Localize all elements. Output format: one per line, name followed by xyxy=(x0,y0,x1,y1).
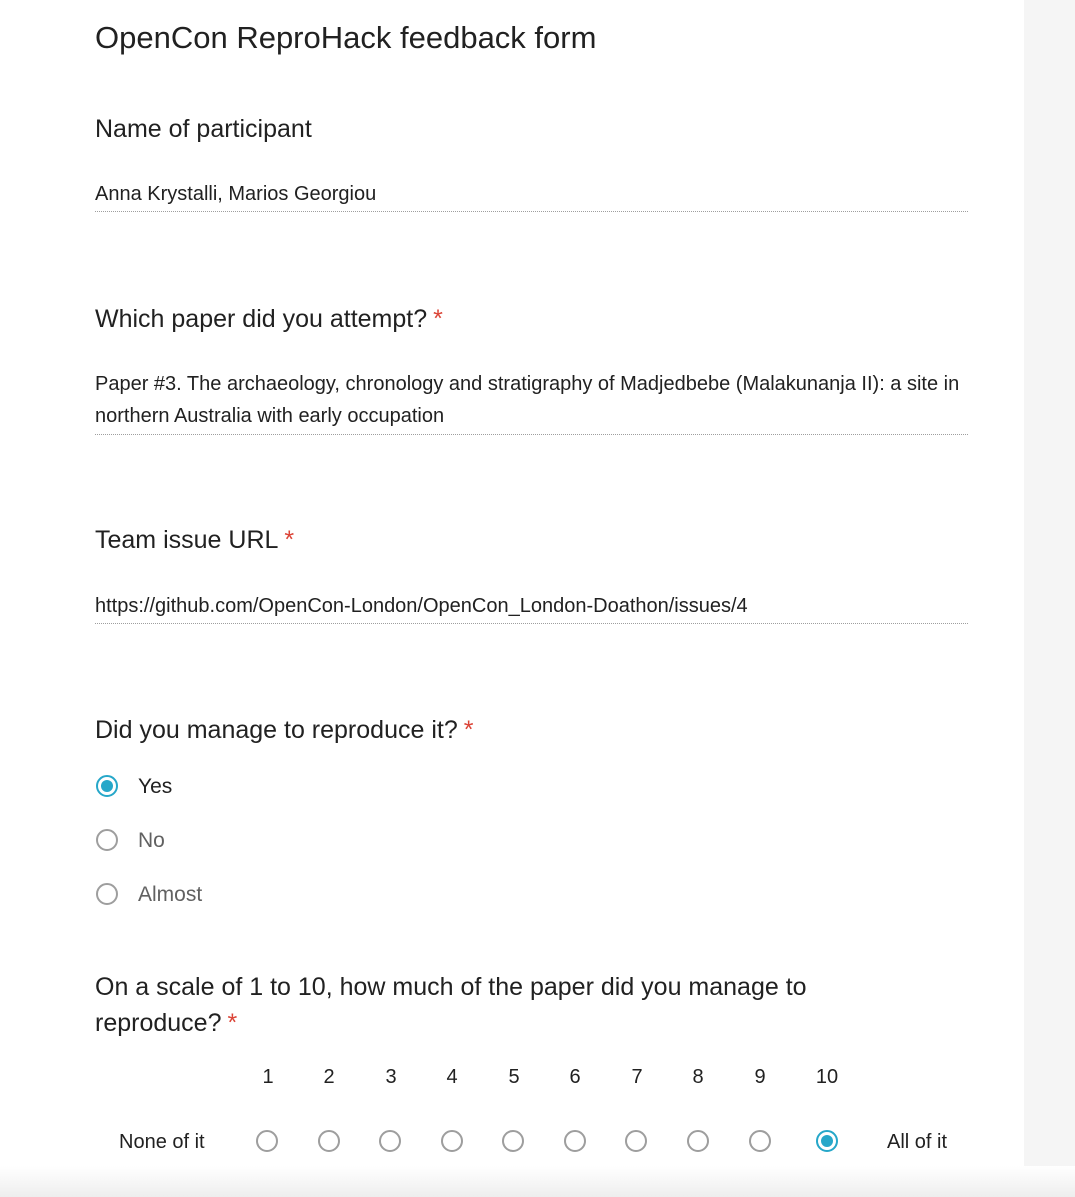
scale-number-9: 9 xyxy=(754,1066,766,1088)
question-scale-label: reproduce? xyxy=(95,1009,222,1037)
scale-number-10: 10 xyxy=(815,1066,839,1088)
required-asterisk: * xyxy=(433,305,443,333)
paper-answer-field[interactable]: Paper #3. The archaeology, chronology an… xyxy=(95,368,968,432)
question-paper-title: Which paper did you attempt? * xyxy=(95,305,443,334)
scale-radio-4[interactable] xyxy=(441,1130,463,1152)
radio-yes-label[interactable]: Yes xyxy=(138,775,172,799)
scale-high-label: All of it xyxy=(887,1131,948,1153)
scale-number-5: 5 xyxy=(508,1066,520,1088)
scale-number-7: 7 xyxy=(631,1066,643,1088)
scale-number-6: 6 xyxy=(569,1066,581,1088)
scale-number-8: 8 xyxy=(692,1066,704,1088)
question-reproduce-title: Did you manage to reproduce it? * xyxy=(95,716,473,745)
radio-no-label[interactable]: No xyxy=(138,829,165,853)
radio-no[interactable] xyxy=(96,829,118,851)
scale-radio-9[interactable] xyxy=(749,1130,771,1152)
scale-radio-10[interactable] xyxy=(816,1130,838,1152)
scale-radio-2[interactable] xyxy=(318,1130,340,1152)
scale-number-2: 2 xyxy=(323,1066,335,1088)
question-scale-title-line1: On a scale of 1 to 10, how much of the p… xyxy=(95,973,807,1001)
scale-radio-5[interactable] xyxy=(502,1130,524,1152)
scale-number-3: 3 xyxy=(385,1066,397,1088)
participant-answer-field[interactable]: Anna Krystalli, Marios Georgiou xyxy=(95,183,376,206)
required-asterisk: * xyxy=(284,526,295,554)
required-asterisk: * xyxy=(463,716,474,744)
question-paper-label: Which paper did you attempt? xyxy=(95,305,428,333)
issue-url-answer-field[interactable]: https://github.com/OpenCon-London/OpenCo… xyxy=(95,595,748,618)
scale-number-4: 4 xyxy=(446,1066,458,1088)
bottom-shadow xyxy=(0,1166,1075,1197)
scale-radio-1[interactable] xyxy=(256,1130,278,1152)
question-issue-url-title: Team issue URL * xyxy=(95,526,294,555)
scale-radio-8[interactable] xyxy=(687,1130,709,1152)
issue-url-answer-underline xyxy=(95,623,968,624)
participant-answer-underline xyxy=(95,211,968,212)
question-issue-url-label: Team issue URL xyxy=(95,526,279,554)
required-asterisk: * xyxy=(227,1009,238,1037)
question-reproduce-label: Did you manage to reproduce it? xyxy=(95,716,458,744)
scale-radio-6[interactable] xyxy=(564,1130,586,1152)
radio-almost-label[interactable]: Almost xyxy=(138,883,202,907)
question-participant-title: Name of participant xyxy=(95,115,312,144)
page-gutter xyxy=(1024,0,1075,1197)
scale-low-label: None of it xyxy=(119,1131,205,1153)
question-scale-title-line2: reproduce? * xyxy=(95,1009,237,1038)
radio-yes[interactable] xyxy=(96,775,118,797)
scale-radio-7[interactable] xyxy=(625,1130,647,1152)
paper-answer-underline xyxy=(95,434,968,435)
scale-number-1: 1 xyxy=(262,1066,274,1088)
question-participant-label: Name of participant xyxy=(95,115,312,143)
radio-almost[interactable] xyxy=(96,883,118,905)
form-title: OpenCon ReproHack feedback form xyxy=(95,20,597,55)
scale-radio-3[interactable] xyxy=(379,1130,401,1152)
